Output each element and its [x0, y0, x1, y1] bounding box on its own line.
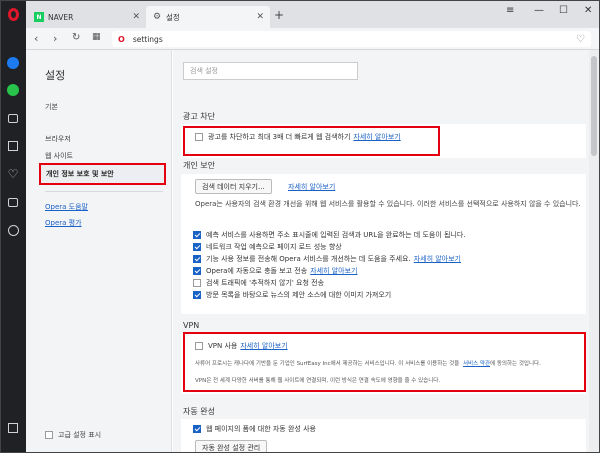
privacy-learn-more-link[interactable]: 자세히 알아보기	[288, 182, 335, 192]
tab-naver[interactable]: N NAVER ✕	[28, 6, 146, 28]
new-tab-plus-icon[interactable]: +	[274, 8, 284, 22]
bookmark-heart-icon[interactable]: ♡	[576, 34, 585, 45]
camera-icon[interactable]	[6, 111, 20, 125]
minimize-icon[interactable]: —	[534, 5, 544, 16]
whatsapp-icon[interactable]	[6, 83, 20, 97]
settings-sidebar: 설정 기본 브라우저 웹 사이트 개인 정보 보호 및 보안 Opera 도움말…	[26, 50, 172, 452]
browser-window: ♡ N NAVER ✕ ⚙ 설정 ✕ + ≡ — ☐ ✕ ‹ › ↻ ▦ O s…	[0, 0, 600, 453]
news-icon[interactable]	[6, 195, 20, 209]
sidebar-item-websites[interactable]: 웹 사이트	[45, 151, 73, 161]
privacy-description: Opera는 사용자의 검색 환경 개선을 위해 웹 서비스를 활용할 수 있습…	[195, 200, 581, 208]
privacy-option-usage-stats[interactable]: 기능 사용 정보를 전송해 Opera 서비스를 개선하는 데 도움을 주세요.…	[193, 254, 461, 264]
opera-logo-icon[interactable]	[6, 7, 20, 21]
crash-learn-more-link[interactable]: 자세히 알아보기	[310, 266, 357, 276]
close-tab-icon[interactable]: ✕	[132, 12, 140, 22]
privacy-option-news-images[interactable]: 방문 목록을 바탕으로 뉴스의 제안 소스에 대한 이미지 가져오기	[193, 290, 391, 300]
clear-browsing-data-button[interactable]: 검색 데이터 지우기...	[195, 179, 272, 194]
option-label: 예측 서비스를 사용하면 주소 표시줄에 입력된 검색과 URL을 완료하는 데…	[206, 231, 466, 239]
grid-icon[interactable]: ▦	[92, 32, 101, 42]
naver-favicon-icon: N	[34, 12, 44, 22]
back-icon[interactable]: ‹	[34, 32, 38, 45]
rate-opera-link[interactable]: Opera 평가	[45, 218, 82, 228]
option-label: 네트워크 작업 예측으로 페이지 로드 성능 향상	[206, 243, 342, 251]
adblock-heading: 광고 차단	[183, 112, 215, 121]
vpn-note: 사류어 프로시는 캐나다에 기반을 둔 기업인 SurfEasy Inc에서 제…	[195, 360, 585, 368]
history-clock-icon[interactable]	[6, 223, 20, 237]
privacy-learn-more: 자세히 알아보기	[285, 182, 335, 192]
settings-content: 검색 설정 광고 차단 광고를 차단하고 최대 3배 더 빠르게 웹 검색하기 …	[173, 50, 599, 452]
advanced-label: 고급 설정 표시	[58, 431, 102, 439]
terms-link[interactable]: 서비스 약관	[463, 361, 490, 367]
help-link[interactable]: Opera 도움말	[45, 202, 88, 212]
sidebar-item-privacy-security[interactable]: 개인 정보 보호 및 보안	[39, 163, 166, 185]
crash-report-checkbox[interactable]	[193, 267, 201, 275]
autofill-label: 웹 페이지의 폼에 대한 자동 완성 사용	[206, 425, 316, 433]
usage-stats-checkbox[interactable]	[193, 255, 201, 263]
vpn-note-2: VPN은 전 세계 다양한 서버를 통해 웹 사이트에 연결되며, 이런 방식은…	[195, 378, 441, 384]
messenger-icon[interactable]	[6, 56, 20, 70]
tab-label: 설정	[166, 12, 180, 22]
reload-icon[interactable]: ↻	[72, 32, 80, 43]
maximize-icon[interactable]: ☐	[559, 5, 568, 16]
option-label: Opera에 자동으로 충돌 보고 전송	[206, 267, 308, 275]
autofill-option[interactable]: 웹 페이지의 폼에 대한 자동 완성 사용	[193, 424, 316, 434]
settings-search-input[interactable]: 검색 설정	[183, 62, 358, 80]
tab-menu-icon[interactable]: ≡	[506, 5, 514, 16]
option-label: 검색 트래픽에 '추적하지 않기' 요청 전송	[206, 279, 325, 287]
prediction-checkbox[interactable]	[193, 231, 201, 239]
vpn-learn-more-link[interactable]: 자세히 알아보기	[240, 341, 287, 351]
option-label: 방문 목록을 바탕으로 뉴스의 제안 소스에 대한 이미지 가져오기	[206, 291, 392, 299]
privacy-heading: 개인 보안	[183, 161, 215, 170]
privacy-option-do-not-track[interactable]: 검색 트래픽에 '추적하지 않기' 요청 전송	[193, 278, 324, 288]
autofill-settings-button[interactable]: 자동 완성 설정 관리	[195, 440, 268, 452]
scrollbar-thumb[interactable]	[591, 56, 597, 156]
bookmarks-heart-icon[interactable]: ♡	[6, 167, 20, 181]
sidebar-toggle-icon[interactable]	[6, 421, 20, 435]
autofill-checkbox[interactable]	[193, 425, 201, 433]
news-images-checkbox[interactable]	[193, 291, 201, 299]
adblock-checkbox[interactable]	[195, 133, 203, 141]
autofill-heading: 자동 완성	[183, 407, 215, 416]
speed-dial-icon[interactable]	[6, 139, 20, 153]
advanced-checkbox[interactable]	[45, 431, 53, 439]
adblock-learn-more-link[interactable]: 자세히 알아보기	[353, 132, 400, 142]
vpn-label: VPN 사용	[208, 342, 238, 350]
advanced-settings-toggle[interactable]: 고급 설정 표시	[45, 430, 101, 440]
preload-checkbox[interactable]	[193, 243, 201, 251]
tab-bar: N NAVER ✕ ⚙ 설정 ✕ + ≡ — ☐ ✕	[26, 1, 599, 28]
address-bar: ‹ › ↻ ▦ O settings ♡	[26, 28, 599, 50]
opera-sidebar: ♡	[1, 1, 26, 452]
vpn-option[interactable]: VPN 사용 자세히 알아보기	[195, 341, 288, 351]
adblock-option[interactable]: 광고를 차단하고 최대 3배 더 빠르게 웹 검색하기 자세히 알아보기	[195, 132, 401, 142]
usage-learn-more-link[interactable]: 자세히 알아보기	[414, 254, 461, 264]
url-text: settings	[132, 34, 163, 44]
vpn-heading: VPN	[183, 321, 200, 330]
tab-label: NAVER	[48, 12, 74, 22]
privacy-option-crash-report[interactable]: Opera에 자동으로 충돌 보고 전송 자세히 알아보기	[193, 266, 357, 276]
opera-badge-icon: O	[118, 34, 125, 44]
do-not-track-checkbox[interactable]	[193, 279, 201, 287]
sidebar-item-basic[interactable]: 기본	[45, 102, 58, 112]
adblock-label: 광고를 차단하고 최대 3배 더 빠르게 웹 검색하기	[208, 133, 351, 141]
search-placeholder: 검색 설정	[190, 67, 218, 75]
privacy-option-prediction[interactable]: 예측 서비스를 사용하면 주소 표시줄에 입력된 검색과 URL을 완료하는 데…	[193, 230, 466, 240]
vpn-note-text: 사류어 프로시는 캐나다에 기반을 둔 기업인 SurfEasy Inc에서 제…	[195, 361, 460, 367]
close-tab-icon[interactable]: ✕	[256, 12, 264, 22]
gear-icon: ⚙	[152, 12, 162, 22]
forward-icon[interactable]: ›	[53, 32, 57, 45]
vpn-checkbox[interactable]	[195, 342, 203, 350]
sidebar-item-browser[interactable]: 브라우저	[45, 134, 71, 144]
vpn-note-end: 에 동의하는 것입니다.	[490, 361, 541, 367]
option-label: 기능 사용 정보를 전송해 Opera 서비스를 개선하는 데 도움을 주세요.	[206, 255, 411, 263]
divider	[45, 191, 163, 192]
url-field[interactable]: O settings ♡	[112, 31, 591, 47]
privacy-option-preload[interactable]: 네트워크 작업 예측으로 페이지 로드 성능 향상	[193, 242, 342, 252]
page-title: 설정	[45, 69, 66, 82]
close-window-icon[interactable]: ✕	[584, 5, 592, 16]
tab-settings[interactable]: ⚙ 설정 ✕	[146, 6, 270, 28]
